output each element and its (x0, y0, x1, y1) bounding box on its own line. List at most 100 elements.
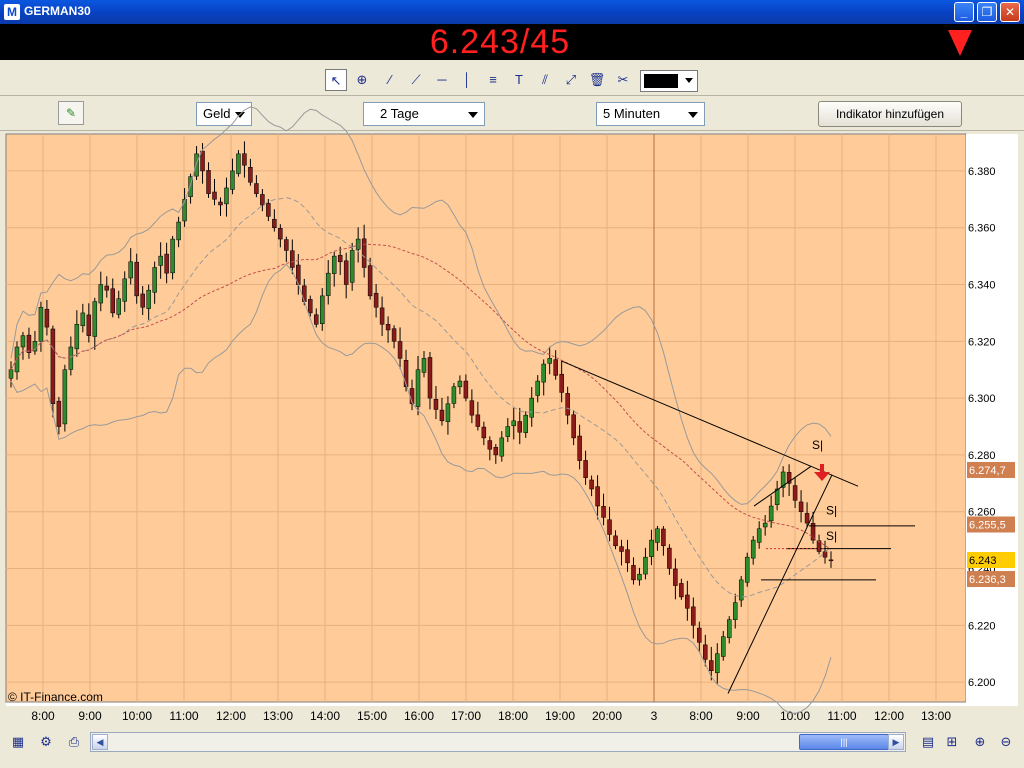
candle-body (619, 546, 624, 552)
minimize-button[interactable]: _ (954, 2, 974, 22)
text-icon[interactable]: T (508, 69, 530, 91)
x-tick-label: 10:00 (780, 709, 810, 723)
candle-body (140, 293, 145, 308)
trash-icon[interactable]: 🗑 (586, 69, 608, 91)
candle-body (475, 414, 481, 427)
channel-icon[interactable]: ⤢ (560, 69, 582, 91)
candle-body (314, 314, 319, 325)
scroll-left-button[interactable]: ◀ (92, 734, 108, 750)
candle-body (685, 594, 690, 609)
price-type-value: Geld (203, 106, 231, 121)
candle-body (56, 400, 62, 427)
price-label: 6.274,7 (969, 465, 1006, 477)
candle-body (613, 535, 618, 547)
candle-body (68, 346, 74, 370)
candle-body (361, 238, 367, 268)
line-icon[interactable]: ⁄ (379, 69, 401, 91)
candle-body (756, 528, 762, 543)
candle-body (367, 265, 373, 297)
tools-icon[interactable]: ✂ (612, 69, 634, 91)
close-button[interactable]: ✕ (1000, 2, 1020, 22)
candle-body (379, 307, 385, 325)
candle-body (397, 341, 403, 359)
scroll-thumb[interactable]: ||| (799, 734, 889, 750)
fibonacci-icon[interactable]: ≡ (482, 69, 504, 91)
candle-body (732, 602, 738, 620)
candle-body (463, 380, 469, 399)
x-tick-label: 9:00 (78, 709, 102, 723)
add-indicator-button[interactable]: Indikator hinzufügen (818, 101, 962, 127)
price-label: 6.243 (969, 555, 997, 567)
scroll-right-button[interactable]: ▶ (888, 734, 904, 750)
horizontal-line-icon[interactable]: ─ (431, 69, 453, 91)
bid-ask-price: 6.243/45 (429, 23, 571, 61)
x-tick-label: 18:00 (498, 709, 528, 723)
candle-body (673, 568, 678, 586)
print-icon[interactable]: ⎙ (64, 732, 84, 752)
candle-body (822, 551, 828, 558)
zoom-fit-icon[interactable]: ⊞ (942, 732, 962, 752)
candle-body (415, 369, 421, 407)
chart-area[interactable]: 6.380 6.360 6.340 6.320 6.300 6.280 6.260 6.240… (5, 106, 1018, 723)
candle-body (637, 573, 642, 581)
chart-settings-bar: ✎ Geld 2 Tage 5 Minuten Indikator hinzuf… (0, 97, 1024, 131)
candle-body (697, 627, 702, 643)
candle-body (152, 267, 157, 293)
y-tick-label: 6.360 (968, 223, 996, 235)
candle-body (792, 485, 798, 501)
color-picker[interactable] (640, 70, 698, 92)
time-scrollbar[interactable]: ◀ ||| ▶ (90, 732, 906, 752)
pointer-icon[interactable]: ↖ (325, 69, 347, 91)
candle-body (547, 358, 552, 364)
candle-body (493, 446, 499, 456)
price-type-select[interactable]: Geld (196, 102, 252, 126)
candle-body (571, 414, 576, 439)
candle-body (176, 221, 181, 241)
restore-button[interactable]: ❐ (977, 2, 997, 22)
settings-icon[interactable]: ⚙ (36, 732, 56, 752)
zoom-icon[interactable]: ⊕ (351, 69, 373, 91)
x-tick-label: 11:00 (169, 709, 198, 723)
chart-settings-icon[interactable]: ✎ (58, 101, 84, 125)
sell-annotation: S| (826, 504, 837, 518)
candlestick-chart[interactable]: 6.3806.3606.3406.3206.3006.2806.2606.240… (5, 106, 1018, 723)
candle-body (50, 328, 56, 405)
chart-add-icon[interactable]: ▦ (8, 732, 28, 752)
y-tick-label: 6.300 (968, 393, 996, 405)
candle-body (331, 255, 337, 274)
y-tick-label: 6.220 (968, 620, 996, 632)
x-tick-label: 13:00 (263, 709, 293, 723)
candle-body (116, 298, 121, 315)
zoom-in-icon[interactable]: ⊕ (970, 732, 990, 752)
candle-body (242, 153, 247, 166)
candle-body (721, 636, 726, 657)
chart-grid-icon[interactable]: ▤ (918, 732, 938, 752)
candle-body (355, 238, 361, 250)
chevron-down-icon (685, 78, 693, 83)
candle-body (284, 239, 289, 251)
candle-body (762, 522, 768, 528)
app-icon: M (4, 4, 20, 20)
candle-body (98, 284, 104, 304)
candle-body (200, 150, 205, 172)
zoom-out-icon[interactable]: ⊖ (996, 732, 1016, 752)
x-tick-label: 16:00 (404, 709, 434, 723)
down-arrow-icon (948, 30, 972, 56)
candle-body (661, 528, 666, 547)
interval-select[interactable]: 5 Minuten (596, 102, 705, 126)
candle-body (266, 203, 271, 217)
period-select[interactable]: 2 Tage (363, 102, 485, 126)
candle-body (236, 153, 241, 174)
parallel-lines-icon[interactable]: ⫽ (534, 69, 556, 91)
candle-body (260, 194, 265, 206)
vertical-line-icon[interactable]: │ (456, 69, 478, 91)
ray-icon[interactable]: ⟋ (405, 69, 427, 91)
candle-body (391, 328, 397, 342)
candle-body (218, 201, 223, 206)
candle-body (439, 409, 445, 422)
candle-body (278, 228, 283, 240)
candle-body (631, 565, 636, 581)
candle-body (828, 559, 834, 562)
trading-app-window: M GERMAN30 _ ❐ ✕ 6.243/45 ↖ ⊕ ⁄ ⟋ ─ │ ≡ … (0, 0, 1024, 768)
candle-body (146, 289, 151, 309)
